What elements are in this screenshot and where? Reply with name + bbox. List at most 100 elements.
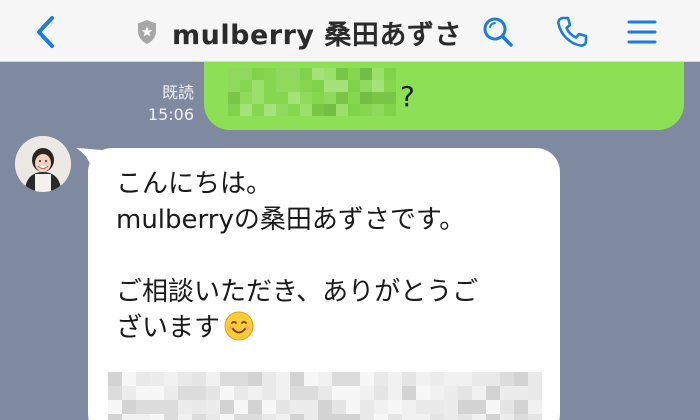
mosaic-cell	[324, 68, 336, 80]
mosaic-cell	[372, 92, 384, 104]
mosaic-cell	[336, 68, 348, 80]
mosaic-cell	[346, 414, 360, 420]
blurred-content	[228, 68, 396, 116]
mosaic-cell	[360, 80, 372, 92]
mosaic-cell	[430, 400, 444, 414]
mosaic-cell	[472, 414, 486, 420]
mosaic-cell	[360, 68, 372, 80]
mosaic-cell	[136, 372, 150, 386]
mosaic-cell	[388, 400, 402, 414]
mosaic-cell	[372, 68, 384, 80]
mosaic-cell	[486, 372, 500, 386]
mosaic-cell	[248, 372, 262, 386]
mosaic-cell	[122, 400, 136, 414]
mosaic-cell	[304, 372, 318, 386]
mosaic-cell	[304, 400, 318, 414]
mosaic-cell	[360, 92, 372, 104]
message-timestamp: 15:06	[147, 105, 194, 124]
mosaic-cell	[276, 372, 290, 386]
mosaic-cell	[514, 400, 528, 414]
mosaic-cell	[206, 400, 220, 414]
outgoing-message-bubble[interactable]: ?	[204, 62, 684, 130]
mosaic-cell	[290, 414, 304, 420]
message-meta: 既読 15:06	[138, 82, 194, 126]
mosaic-cell	[402, 414, 416, 420]
mosaic-cell	[178, 386, 192, 400]
incoming-message-bubble[interactable]: こんにちは。 mulberryの桑田あずさです。 ご相談いただき、ありがとうご …	[88, 148, 560, 420]
mosaic-cell	[240, 80, 252, 92]
mosaic-cell	[122, 372, 136, 386]
shield-icon	[138, 20, 156, 44]
mosaic-cell	[486, 386, 500, 400]
mosaic-cell	[150, 414, 164, 420]
mosaic-cell	[220, 400, 234, 414]
phone-icon[interactable]	[554, 14, 590, 50]
mosaic-cell	[276, 80, 288, 92]
mosaic-cell	[264, 104, 276, 116]
mosaic-cell	[332, 372, 346, 386]
mosaic-cell	[300, 68, 312, 80]
search-icon[interactable]	[480, 14, 516, 50]
mosaic-cell	[300, 104, 312, 116]
message-body: こんにちは。 mulberryの桑田あずさです。 ご相談いただき、ありがとうご …	[116, 169, 479, 343]
mosaic-cell	[150, 400, 164, 414]
mosaic-cell	[348, 104, 360, 116]
chat-area[interactable]: ? 既読 15:06 こんにちは。 mulberryの桑田あずさです。 ご相談い…	[0, 62, 700, 420]
mosaic-cell	[444, 372, 458, 386]
mosaic-cell	[108, 414, 122, 420]
mosaic-cell	[416, 386, 430, 400]
avatar[interactable]	[15, 136, 71, 192]
menu-icon[interactable]	[624, 14, 660, 50]
mosaic-cell	[276, 400, 290, 414]
mosaic-cell	[332, 414, 346, 420]
mosaic-cell	[206, 414, 220, 420]
mosaic-cell	[178, 414, 192, 420]
mosaic-cell	[528, 386, 542, 400]
mosaic-cell	[304, 386, 318, 400]
mosaic-cell	[252, 104, 264, 116]
mosaic-cell	[384, 92, 396, 104]
mosaic-cell	[192, 400, 206, 414]
mosaic-cell	[240, 104, 252, 116]
mosaic-cell	[528, 400, 542, 414]
mosaic-cell	[384, 68, 396, 80]
mosaic-cell	[312, 92, 324, 104]
mosaic-cell	[458, 372, 472, 386]
mosaic-cell	[252, 68, 264, 80]
back-chevron-icon[interactable]	[30, 12, 64, 52]
mosaic-cell	[178, 372, 192, 386]
mosaic-cell	[372, 104, 384, 116]
mosaic-cell	[458, 400, 472, 414]
mosaic-cell	[108, 372, 122, 386]
mosaic-cell	[276, 68, 288, 80]
mosaic-cell	[220, 386, 234, 400]
mosaic-cell	[122, 386, 136, 400]
mosaic-cell	[472, 386, 486, 400]
mosaic-cell	[402, 372, 416, 386]
chat-title-group[interactable]: mulberry 桑田あずさ	[136, 14, 462, 51]
mosaic-cell	[528, 372, 542, 386]
mosaic-cell	[288, 68, 300, 80]
mosaic-cell	[136, 414, 150, 420]
mosaic-cell	[262, 414, 276, 420]
mosaic-cell	[416, 400, 430, 414]
mosaic-cell	[262, 400, 276, 414]
mosaic-cell	[312, 104, 324, 116]
mosaic-cell	[300, 80, 312, 92]
mosaic-cell	[430, 372, 444, 386]
mosaic-cell	[430, 414, 444, 420]
mosaic-cell	[288, 104, 300, 116]
mosaic-cell	[514, 414, 528, 420]
mosaic-cell	[416, 372, 430, 386]
blurred-content	[108, 372, 542, 420]
read-receipt: 既読	[161, 83, 194, 102]
mosaic-cell	[262, 372, 276, 386]
mosaic-cell	[228, 80, 240, 92]
mosaic-cell	[444, 414, 458, 420]
mosaic-cell	[276, 92, 288, 104]
mosaic-cell	[288, 80, 300, 92]
mosaic-cell	[290, 400, 304, 414]
mosaic-cell	[318, 372, 332, 386]
mosaic-cell	[318, 386, 332, 400]
mosaic-cell	[150, 386, 164, 400]
